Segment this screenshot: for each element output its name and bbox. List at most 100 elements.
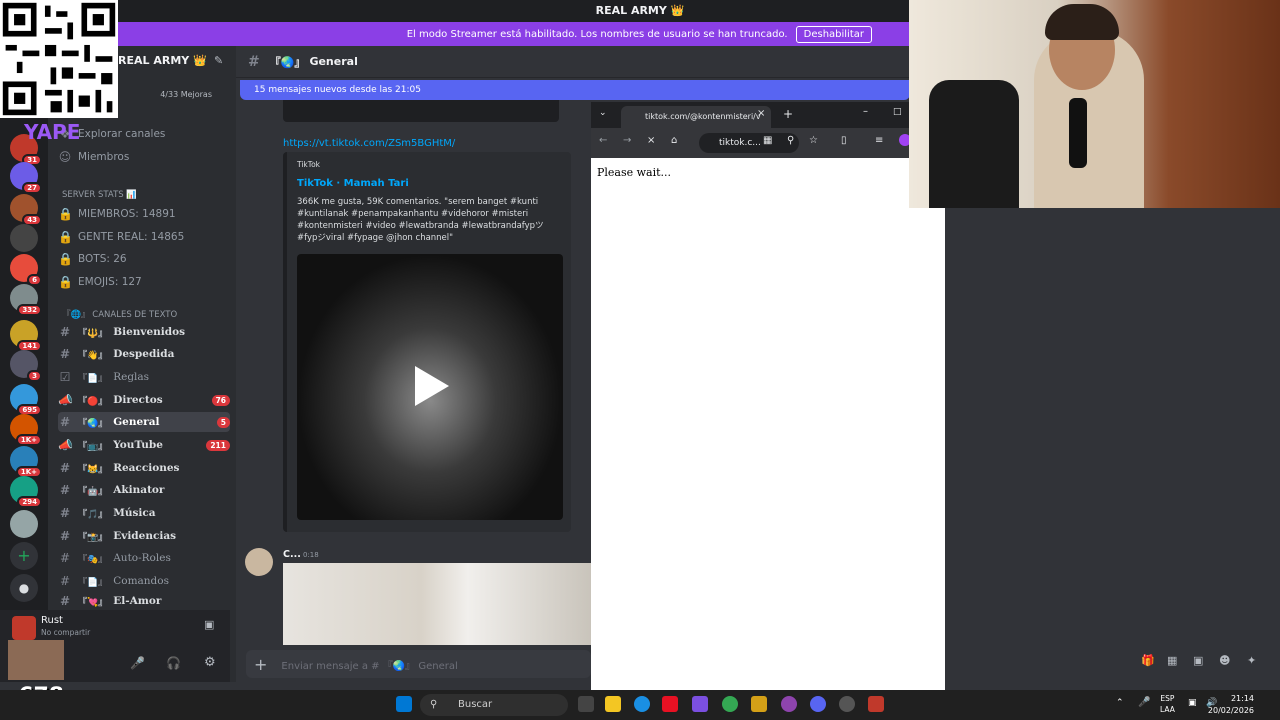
microphone-icon[interactable]: 🎤 (130, 656, 145, 670)
embed-title[interactable]: TikTok · Mamah Tari (297, 178, 409, 189)
tab-list-icon[interactable]: ⌄ (599, 108, 607, 118)
app-icon[interactable] (751, 696, 767, 712)
language-indicator[interactable]: ESP LAA (1160, 693, 1175, 715)
copilot-icon[interactable] (692, 696, 708, 712)
members-link[interactable]: ☺ Miembros (58, 147, 230, 167)
channel-comandos[interactable]: # 『📄』 Comandos (58, 571, 230, 591)
stat-members[interactable]: 🔒 MIEMBROS: 14891 (58, 204, 230, 224)
task-view-icon[interactable] (578, 696, 594, 712)
forward-icon[interactable]: → (623, 135, 631, 146)
windows-start-icon[interactable] (396, 696, 412, 712)
rust-icon[interactable] (868, 696, 884, 712)
stat-emojis[interactable]: 🔒 EMOJIS: 127 (58, 272, 230, 292)
channel-el-amor[interactable]: # 『💘』 El-Amor (58, 594, 230, 608)
system-clock[interactable]: 21:14 20/02/2026 (1208, 693, 1254, 717)
add-server-icon[interactable]: + (10, 542, 38, 570)
megaphone-icon: 📣 (58, 438, 73, 452)
obs-icon[interactable] (839, 696, 855, 712)
server-icon[interactable]: 1K+ (10, 414, 42, 446)
server-icon[interactable]: 695 (10, 384, 42, 416)
channel-evidencias[interactable]: # 『📸』 Evidencias (58, 526, 230, 546)
chrome-icon[interactable] (722, 696, 738, 712)
category-text-channels[interactable]: 『🌐』 CANALES DE TEXTO (62, 308, 177, 320)
channel-youtube[interactable]: 📣 『📺』 YouTube 211 (58, 435, 230, 455)
discord-icon[interactable] (810, 696, 826, 712)
discover-icon[interactable]: ● (10, 574, 38, 602)
message-input[interactable]: + Enviar mensaje a # 『🌏』 General (246, 650, 591, 678)
browser-tab[interactable]: tiktok.com/@kontenmisteri/v (621, 106, 771, 128)
clock-time: 21:14 (1230, 694, 1254, 703)
sticker-icon[interactable]: ▣ (1193, 654, 1203, 667)
back-icon[interactable]: ← (599, 135, 607, 146)
screen-share-icon[interactable]: ▣ (204, 618, 214, 631)
category-server-stats[interactable]: SERVER STATS 📊 (62, 190, 137, 200)
home-icon[interactable]: ⌂ (671, 135, 677, 146)
video-thumbnail[interactable] (297, 254, 563, 520)
gif-icon[interactable]: ▦ (1167, 654, 1177, 667)
address-bar[interactable]: tiktok.c... (699, 133, 799, 153)
channel-akinator[interactable]: # 『🤖』 Akinator (58, 480, 230, 500)
stat-real[interactable]: 🔒 GENTE REAL: 14865 (58, 227, 230, 247)
server-icon[interactable]: 6 (10, 254, 42, 286)
play-icon[interactable] (415, 366, 449, 406)
zoom-icon[interactable]: ⚲ (787, 135, 794, 146)
channel-reacciones[interactable]: # 『😹』 Reacciones (58, 458, 230, 478)
new-tab-icon[interactable]: + (783, 107, 793, 121)
channel-general[interactable]: # 『🌏』 General 5 (58, 412, 230, 432)
new-messages-bar[interactable]: 15 mensajes nuevos desde las 21:05 (240, 80, 910, 100)
server-icon[interactable]: 141 (10, 320, 42, 352)
taskbar-search[interactable]: ⚲ Buscar (420, 694, 568, 716)
server-icon[interactable] (10, 224, 38, 252)
file-explorer-icon[interactable] (605, 696, 621, 712)
emoji-icon[interactable]: ☻ (1219, 654, 1230, 667)
browser-icon[interactable] (781, 696, 797, 712)
stat-label: GENTE REAL: 14865 (78, 231, 185, 243)
input-placeholder: Enviar mensaje a # 『🌏』 General (281, 660, 458, 672)
server-icon[interactable]: 27 (10, 162, 42, 194)
add-attachment-icon[interactable]: + (254, 655, 267, 674)
mic-tray-icon[interactable]: 🎤 (1138, 697, 1150, 708)
explore-channels[interactable]: ❖ Explorar canales (58, 124, 230, 144)
network-icon[interactable]: ▣ (1188, 698, 1197, 708)
server-icon[interactable]: 294 (10, 476, 42, 508)
add-member-icon[interactable]: ✎ (214, 54, 223, 67)
channel-reglas[interactable]: ☑ 『📄』 Reglas (58, 367, 230, 387)
disable-streamer-button[interactable]: Deshabilitar (795, 25, 872, 43)
members-label: Miembros (78, 151, 130, 163)
channel-musica[interactable]: # 『🎵』 Música (58, 503, 230, 523)
user-avatar[interactable] (8, 640, 64, 680)
server-icon[interactable]: 43 (10, 194, 42, 226)
message-author[interactable]: C... (283, 549, 301, 560)
server-icon[interactable]: 332 (10, 284, 42, 316)
channel-auto-roles[interactable]: # 『🎭』 Auto-Roles (58, 548, 230, 568)
maximize-icon[interactable]: □ (893, 107, 902, 117)
gift-icon[interactable]: 🎁 (1141, 654, 1155, 667)
message-link[interactable]: https://vt.tiktok.com/ZSm5BGHtM/ (283, 138, 455, 149)
server-icon[interactable]: 3 (10, 350, 42, 382)
stat-bots[interactable]: 🔒 BOTS: 26 (58, 249, 230, 269)
server-icon[interactable]: 1K+ (10, 446, 42, 478)
channel-directos[interactable]: 📣 『🔴』 Directos 76 (58, 390, 230, 410)
translate-icon[interactable]: ▦ (763, 135, 772, 146)
reading-list-icon[interactable]: ≡ (875, 135, 883, 146)
stop-loading-icon[interactable]: × (647, 135, 655, 146)
settings-gear-icon[interactable]: ⚙ (204, 655, 216, 670)
server-icon[interactable] (10, 510, 38, 538)
bookmark-star-icon[interactable]: ☆ (809, 135, 818, 146)
edge-icon[interactable] (634, 696, 650, 712)
previous-embed-image[interactable] (283, 100, 559, 122)
channel-bienvenidos[interactable]: # 『🔱』 Bienvenidos (58, 322, 230, 342)
channel-name: YouTube (113, 439, 163, 451)
author-avatar[interactable] (245, 548, 273, 576)
message-attachment-image[interactable] (283, 563, 591, 645)
apps-icon[interactable]: ✦ (1247, 654, 1256, 667)
minimize-icon[interactable]: – (863, 106, 868, 117)
tray-chevron-icon[interactable]: ⌃ (1116, 698, 1124, 708)
server-name[interactable]: REAL ARMY 👑 (118, 54, 207, 67)
headphones-icon[interactable]: 🎧 (166, 656, 181, 670)
snipping-tool-icon[interactable] (662, 696, 678, 712)
extensions-icon[interactable]: ▯ (841, 135, 847, 146)
channel-despedida[interactable]: # 『👋』 Despedida (58, 344, 230, 364)
channel-name: Comandos (113, 575, 169, 587)
close-tab-icon[interactable]: × (757, 108, 765, 119)
